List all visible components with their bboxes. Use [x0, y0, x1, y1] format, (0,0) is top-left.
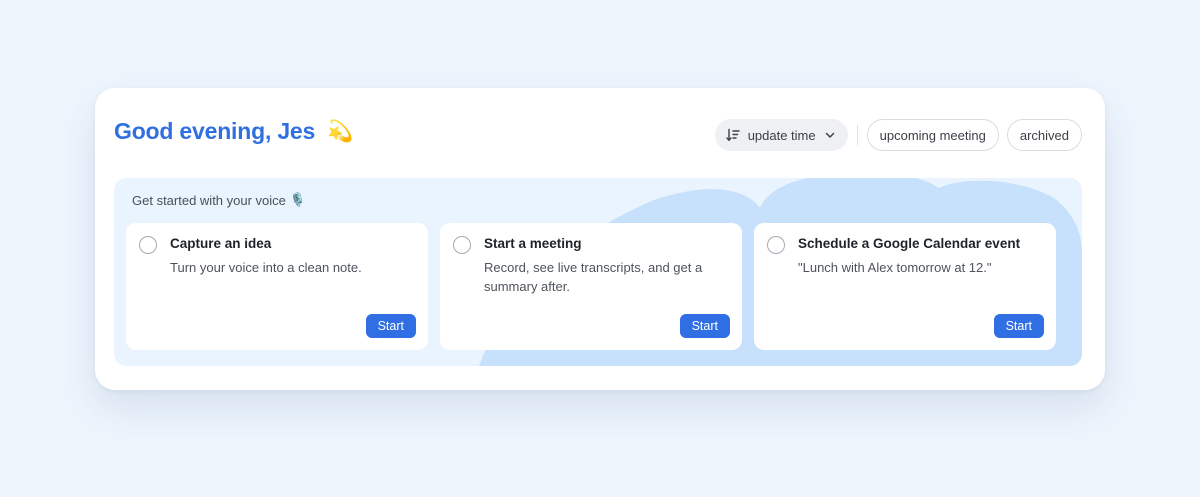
- task-description: Turn your voice into a clean note.: [170, 260, 362, 275]
- task-card-schedule-event: Schedule a Google Calendar event "Lunch …: [754, 223, 1056, 350]
- task-description: Record, see live transcripts, and get a …: [484, 260, 703, 294]
- get-started-title: Get started with your voice 🎙️: [132, 192, 307, 208]
- dizzy-star-icon: 💫: [327, 120, 354, 143]
- start-button[interactable]: Start: [679, 314, 730, 338]
- task-card-start-meeting: Start a meeting Record, see live transcr…: [440, 223, 742, 350]
- filter-upcoming-meeting[interactable]: upcoming meeting: [866, 119, 999, 151]
- task-title: Schedule a Google Calendar event: [798, 236, 1021, 251]
- task-card-capture-idea: Capture an idea Turn your voice into a c…: [126, 223, 428, 350]
- task-description: "Lunch with Alex tomorrow at 12.": [798, 260, 992, 275]
- toolbar: update time upcoming meeting archived: [714, 119, 1082, 151]
- sort-dropdown[interactable]: update time: [714, 119, 848, 151]
- start-button[interactable]: Start: [365, 314, 416, 338]
- filter-archived[interactable]: archived: [1006, 119, 1082, 151]
- chevron-down-icon: [824, 129, 836, 141]
- task-title: Start a meeting: [484, 236, 582, 251]
- get-started-panel: Get started with your voice 🎙️ Capture a…: [114, 178, 1082, 366]
- task-checkbox[interactable]: [767, 236, 785, 254]
- home-card: Good evening, Jes 💫 update time upcoming…: [95, 88, 1105, 390]
- task-checkbox[interactable]: [453, 236, 471, 254]
- task-title: Capture an idea: [170, 236, 272, 251]
- greeting-header: Good evening, Jes 💫: [114, 118, 353, 145]
- sort-label: update time: [747, 127, 816, 143]
- start-button[interactable]: Start: [993, 314, 1044, 338]
- greeting-text: Good evening, Jes: [114, 118, 316, 144]
- sort-icon: [725, 128, 740, 142]
- task-list: Capture an idea Turn your voice into a c…: [126, 223, 1056, 350]
- toolbar-divider: [856, 125, 858, 145]
- microphone-icon: 🎙️: [289, 192, 307, 207]
- task-checkbox[interactable]: [139, 236, 157, 254]
